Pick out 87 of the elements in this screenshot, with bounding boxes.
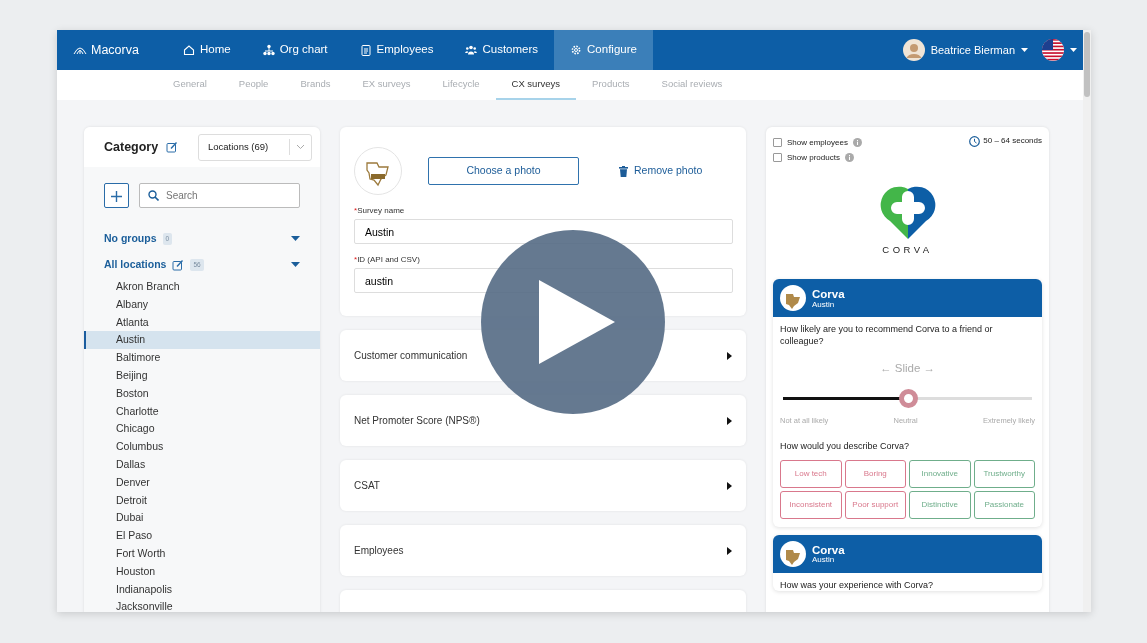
list-item[interactable]: Charlotte [84, 402, 320, 421]
list-item[interactable]: El Paso [84, 527, 320, 545]
add-button[interactable] [104, 183, 129, 208]
edit-icon[interactable] [166, 141, 179, 153]
logo-icon [780, 285, 806, 312]
caret-icon [727, 416, 732, 425]
chevron-icon [296, 144, 305, 150]
caret-icon[interactable] [291, 236, 300, 242]
nav-tab[interactable]: Configure [554, 30, 653, 70]
list-item[interactable]: Akron Branch [84, 278, 320, 296]
accordion-header[interactable]: CSAT [340, 460, 746, 511]
list-item[interactable]: Columbus [84, 438, 320, 456]
field-label: *ID (API and CSV) [354, 254, 421, 266]
list-item[interactable]: Baltimore [84, 349, 320, 367]
list-item[interactable]: Chicago [84, 420, 320, 439]
list-item[interactable]: Albany [84, 295, 320, 314]
checkbox-label[interactable]: Show products [787, 151, 840, 164]
card-subtitle: Austin [812, 300, 836, 309]
caret-icon [727, 351, 732, 360]
list-item[interactable]: Denver [84, 473, 320, 492]
nav-tab[interactable]: Employees [343, 30, 450, 70]
edit-icon[interactable] [172, 259, 185, 271]
clipboard-icon [359, 44, 372, 56]
user-name[interactable]: Beatrice Bierman [930, 41, 1015, 59]
card-subtitle: Austin [812, 556, 836, 565]
clock-icon [969, 135, 981, 147]
accordion-header[interactable]: Employees [340, 525, 746, 576]
nav-tab[interactable]: Org chart [246, 30, 344, 70]
list-item[interactable]: Atlanta [84, 313, 320, 332]
subnav-tab[interactable]: CX surveys [495, 70, 577, 100]
checkbox-label[interactable]: Show employees [787, 136, 848, 149]
slide-hint: ← Slide → [879, 360, 936, 376]
caret-icon [727, 546, 732, 555]
search-field[interactable]: Search [139, 183, 300, 208]
group-label[interactable]: All locations [104, 257, 167, 273]
nav-tab[interactable]: Customers [449, 30, 555, 70]
caret-icon[interactable] [1021, 47, 1028, 53]
question-text: How would you describe Corva? [779, 440, 911, 453]
plus-icon [111, 190, 122, 202]
list-item[interactable]: Beijing [84, 367, 320, 385]
group-label[interactable]: No groups [104, 231, 157, 247]
info-icon [844, 153, 854, 162]
play-icon [539, 280, 615, 364]
remove-photo-button[interactable]: Remove photo [613, 162, 709, 180]
slider-thumb[interactable] [898, 388, 918, 408]
list-item[interactable]: Dallas [84, 455, 320, 474]
list-item[interactable]: Indianapolis [84, 580, 320, 599]
choose-photo-button[interactable]: Choose a photo [428, 157, 579, 185]
list-item[interactable]: Boston [84, 384, 320, 403]
text-field[interactable]: Austin [354, 219, 733, 244]
field-label: *Survey name [354, 205, 406, 217]
brand-name: Macorva [91, 41, 139, 59]
question-text: How likely are you to recommend Corva to a friend or colleague? [779, 323, 994, 348]
category-select[interactable]: Locations (69) [198, 133, 312, 161]
list-item[interactable]: Dubai [84, 509, 320, 528]
list-item[interactable]: Fort Worth [84, 544, 320, 563]
settings-icon [570, 44, 583, 56]
accordion-header[interactable]: Net Promoter Score (NPS®) [340, 395, 746, 446]
flag-icon[interactable] [1042, 39, 1064, 61]
logo-icon [354, 147, 402, 195]
people-icon [465, 44, 478, 56]
home-icon [182, 44, 195, 56]
avatar-icon [902, 39, 925, 61]
logo-icon [73, 45, 87, 55]
panel-title: Category [104, 138, 159, 156]
question-text: How was your experience with Corva? [779, 579, 935, 592]
caret-icon[interactable] [291, 262, 300, 268]
search-icon [148, 190, 159, 201]
info-icon [852, 138, 862, 147]
list-item[interactable]: Houston [84, 562, 320, 581]
caret-icon [727, 481, 732, 490]
nav-tab[interactable]: Home [166, 30, 247, 70]
trash-icon [619, 165, 628, 177]
checkbox[interactable] [773, 153, 782, 162]
logo-wordmark: CORVA [881, 243, 934, 257]
logo-icon [879, 185, 936, 239]
checkbox[interactable] [773, 138, 782, 147]
list-item[interactable]: Detroit [84, 491, 320, 510]
scrollbar[interactable] [1083, 30, 1091, 612]
card-title: Corva [812, 543, 845, 557]
list-item[interactable]: Austin [84, 331, 320, 350]
card-title: Corva [812, 287, 845, 301]
list-item[interactable]: Jacksonville [84, 598, 320, 612]
caret-icon[interactable] [1070, 47, 1077, 53]
org-chart-icon [262, 44, 275, 56]
duration-text: 50 – 64 seconds [983, 135, 1042, 147]
logo-icon [780, 541, 806, 568]
